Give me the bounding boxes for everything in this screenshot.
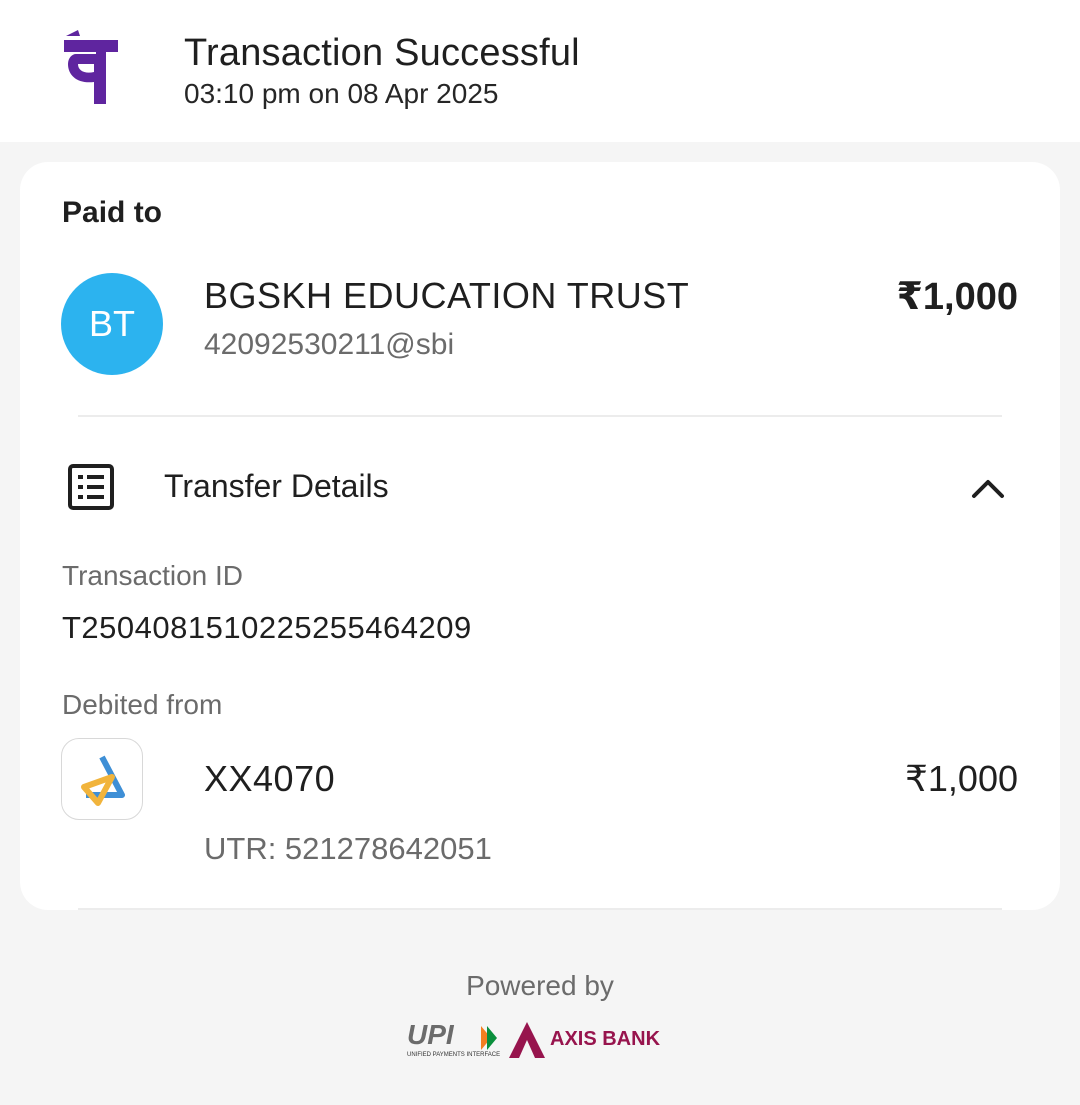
transaction-id-value[interactable]: T2504081510225255464209	[62, 610, 472, 646]
phonepe-logo-icon	[64, 30, 118, 104]
paid-amount: ₹1,000	[896, 276, 1018, 318]
transfer-details-label: Transfer Details	[164, 468, 389, 504]
card-bottom-divider	[78, 908, 1002, 910]
payee-avatar: BT	[61, 273, 163, 375]
axis-bank-name: AXIS BANK	[550, 1028, 661, 1050]
utr-number[interactable]: UTR: 521278642051	[204, 831, 492, 867]
payee-name: BGSKH EDUCATION TRUST	[204, 275, 690, 316]
header: Transaction Successful 03:10 pm on 08 Ap…	[0, 0, 1080, 142]
debit-amount: ₹1,000	[905, 758, 1018, 799]
axis-bank-logo-icon: AXIS BANK	[509, 1022, 661, 1058]
upi-logo-icon: UPI UNIFIED PAYMENTS INTERFACE	[407, 1019, 500, 1058]
chevron-up-icon[interactable]	[970, 472, 1006, 502]
paid-to-heading: Paid to	[62, 196, 163, 229]
divider	[78, 415, 1002, 417]
debit-account-number: XX4070	[204, 758, 336, 799]
transaction-timestamp: 03:10 pm on 08 Apr 2025	[184, 78, 499, 109]
debited-from-label: Debited from	[62, 689, 223, 720]
avatar-initials: BT	[88, 303, 135, 344]
upi-tagline: UNIFIED PAYMENTS INTERFACE	[407, 1052, 500, 1058]
transfer-details-toggle[interactable]: Transfer Details	[20, 442, 1060, 532]
powered-by-label: Powered by	[466, 970, 614, 1001]
payee-upi-id: 42092530211@sbi	[204, 328, 455, 361]
bank-logo-icon	[61, 738, 143, 820]
page-title: Transaction Successful	[184, 32, 580, 74]
transaction-id-label: Transaction ID	[62, 560, 244, 591]
partner-logos: UPI UNIFIED PAYMENTS INTERFACE AXIS BANK	[407, 1019, 661, 1058]
transaction-card: Paid to BT BGSKH EDUCATION TRUST 4209253…	[20, 162, 1060, 910]
upi-logo-text: UPI	[407, 1019, 455, 1050]
receipt-list-icon	[68, 464, 114, 510]
